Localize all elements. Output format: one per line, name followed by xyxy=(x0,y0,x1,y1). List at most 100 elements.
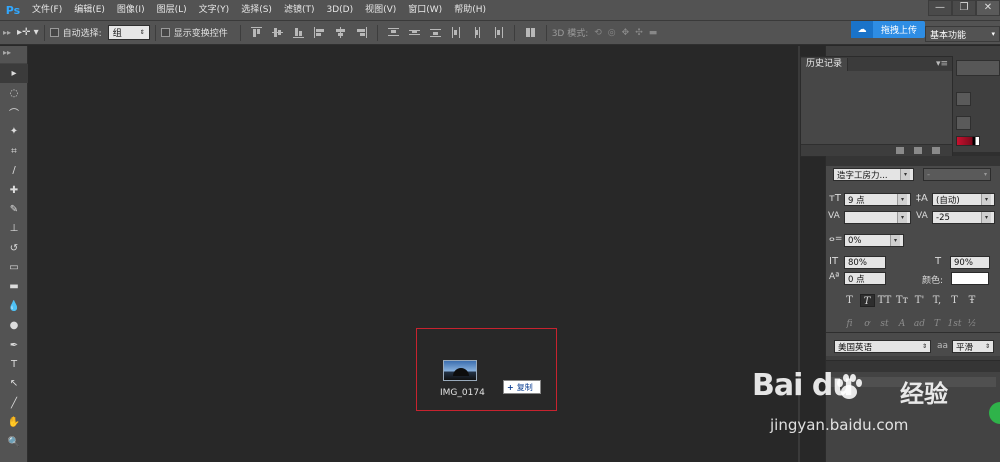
swatch-strip[interactable] xyxy=(956,60,1000,76)
new-document-icon[interactable] xyxy=(896,147,904,154)
anti-alias-dropdown[interactable]: 平滑 ⇕ xyxy=(952,340,994,353)
align-right-icon[interactable] xyxy=(356,27,367,38)
language-dropdown[interactable]: 美国英语 ⇕ xyxy=(834,340,931,353)
menu-type[interactable]: 文字(Y) xyxy=(193,0,236,21)
panel-menu-icon[interactable]: ▾≡ xyxy=(936,59,948,69)
text-style-button[interactable]: T xyxy=(859,294,875,307)
tsume-field[interactable]: 0% ▾ xyxy=(844,234,904,247)
font-style-dropdown[interactable]: - ▾ xyxy=(923,168,991,181)
magic-wand-icon[interactable]: ✦ xyxy=(0,122,28,141)
type-tool-icon[interactable]: T xyxy=(0,355,28,374)
brush-tool-icon[interactable]: ✎ xyxy=(0,200,28,219)
blur-tool-icon[interactable]: 💧 xyxy=(0,297,28,316)
align-bottom-icon[interactable] xyxy=(292,27,304,38)
zoom-tool-icon[interactable]: 🔍 xyxy=(0,432,28,451)
menu-view[interactable]: 视图(V) xyxy=(359,0,402,21)
plus-icon: + xyxy=(507,382,514,392)
baseline-shift-field[interactable]: 0 点 xyxy=(844,272,886,285)
menu-file[interactable]: 文件(F) xyxy=(26,0,68,21)
eyedropper-icon[interactable]: / xyxy=(0,161,28,180)
text-style-button[interactable]: T, xyxy=(930,294,945,307)
menu-help[interactable]: 帮助(H) xyxy=(448,0,492,21)
opentype-button[interactable]: ad xyxy=(912,318,927,331)
lasso-tool-icon[interactable]: ⌒ xyxy=(0,103,28,122)
opentype-button[interactable]: T xyxy=(930,318,945,331)
minimize-button[interactable]: — xyxy=(928,0,952,16)
menu-image[interactable]: 图像(I) xyxy=(111,0,151,21)
dragged-image-thumbnail[interactable] xyxy=(443,360,477,381)
toolbar-grip-icon[interactable]: ▸▸ xyxy=(0,46,27,64)
auto-select-dropdown[interactable]: 组 ⇕ xyxy=(107,25,150,40)
move-tool-preset-icon[interactable]: ▸✛ ▾ xyxy=(17,27,39,38)
distribute-top-icon[interactable] xyxy=(387,27,399,38)
swatch-cell[interactable] xyxy=(956,92,971,106)
menu-window[interactable]: 窗口(W) xyxy=(402,0,448,21)
auto-align-icon[interactable] xyxy=(525,27,536,38)
swatch-cell[interactable] xyxy=(956,116,971,130)
opentype-button[interactable]: 1st xyxy=(947,318,962,331)
kerning-field[interactable]: ▾ xyxy=(844,211,911,224)
distribute-right-icon[interactable] xyxy=(493,27,504,38)
distribute-bottom-icon[interactable] xyxy=(429,27,441,38)
tab-history[interactable]: 历史记录 xyxy=(801,58,849,71)
chevron-down-icon: ▾ xyxy=(991,30,995,38)
align-hcenter-icon[interactable] xyxy=(335,27,346,38)
font-family-dropdown[interactable]: 造字工房力... ▾ xyxy=(833,168,914,181)
show-transform-checkbox[interactable] xyxy=(160,28,170,37)
canvas-area[interactable] xyxy=(28,46,798,462)
trash-icon[interactable] xyxy=(932,147,940,154)
menu-filter[interactable]: 滤镜(T) xyxy=(278,0,321,21)
pen-tool-icon[interactable]: ✒ xyxy=(0,335,28,354)
chevron-down-icon: ▾ xyxy=(981,212,991,223)
align-left-icon[interactable] xyxy=(313,27,325,38)
upload-button[interactable]: ☁ 拖拽上传 xyxy=(851,21,925,38)
move-tool-icon[interactable]: ▸ xyxy=(0,64,28,84)
menu-edit[interactable]: 编辑(E) xyxy=(68,0,111,21)
align-top-icon[interactable] xyxy=(250,27,262,38)
text-style-button[interactable]: Ŧ xyxy=(965,294,980,307)
text-style-button[interactable]: TT xyxy=(877,294,892,307)
text-style-button[interactable]: T' xyxy=(912,294,927,307)
restore-button[interactable]: ❐ xyxy=(952,0,976,16)
menu-select[interactable]: 选择(S) xyxy=(235,0,278,21)
3d-mode-icons[interactable]: ⟲◎✥✣▬ xyxy=(594,28,663,38)
opentype-button[interactable]: st xyxy=(877,318,892,331)
opentype-button[interactable]: A xyxy=(895,318,910,331)
menu-3d[interactable]: 3D(D) xyxy=(320,0,359,21)
text-style-button[interactable]: T xyxy=(842,294,857,307)
distribute-hcenter-icon[interactable] xyxy=(472,27,483,38)
marquee-tool-icon[interactable]: ◌ xyxy=(0,83,28,102)
history-footer xyxy=(801,144,952,156)
horizontal-scale-field[interactable]: 90% xyxy=(950,256,990,269)
text-color-swatch[interactable] xyxy=(951,272,989,285)
healing-brush-icon[interactable]: ✚ xyxy=(0,180,28,199)
workspace-dropdown[interactable]: 基本功能 ▾ xyxy=(925,26,1000,42)
path-select-icon[interactable]: ↖ xyxy=(0,374,28,393)
camera-icon[interactable] xyxy=(914,147,922,154)
clone-stamp-icon[interactable]: ⊥ xyxy=(0,219,28,238)
eraser-tool-icon[interactable]: ▭ xyxy=(0,258,28,277)
auto-select-checkbox[interactable] xyxy=(49,28,59,37)
tracking-field[interactable]: -25 ▾ xyxy=(932,211,995,224)
text-style-button[interactable]: T xyxy=(947,294,962,307)
text-style-button[interactable]: Tт xyxy=(895,294,910,307)
close-button[interactable]: ✕ xyxy=(976,0,1000,16)
distribute-left-icon[interactable] xyxy=(451,27,462,38)
opentype-button[interactable]: ½ xyxy=(965,318,980,331)
font-size-field[interactable]: 9 点 ▾ xyxy=(844,193,911,206)
hand-tool-icon[interactable]: ✋ xyxy=(0,413,28,432)
color-ramp[interactable] xyxy=(956,136,980,146)
3d-mode-label: 3D 模式: xyxy=(551,29,589,39)
crop-tool-icon[interactable]: ⌗ xyxy=(0,142,28,161)
leading-field[interactable]: (自动) ▾ xyxy=(932,193,995,206)
align-vcenter-icon[interactable] xyxy=(271,27,283,38)
history-brush-icon[interactable]: ↺ xyxy=(0,239,28,258)
opentype-button[interactable]: fi xyxy=(842,318,857,331)
vertical-scale-field[interactable]: 80% xyxy=(844,256,886,269)
dodge-tool-icon[interactable]: ● xyxy=(0,316,28,335)
menu-layer[interactable]: 图层(L) xyxy=(151,0,193,21)
opentype-button[interactable]: ơ xyxy=(860,318,875,331)
gradient-tool-icon[interactable]: ▬ xyxy=(0,277,28,296)
line-tool-icon[interactable]: ╱ xyxy=(0,394,28,413)
distribute-vcenter-icon[interactable] xyxy=(408,27,420,38)
